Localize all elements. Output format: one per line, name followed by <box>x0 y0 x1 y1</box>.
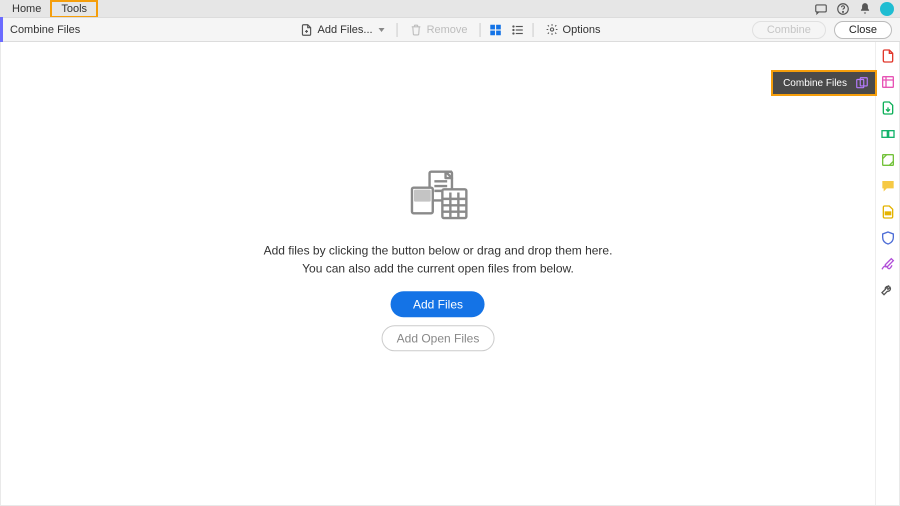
canvas[interactable]: Combine Files <box>1 42 875 505</box>
organize-pages-icon[interactable] <box>880 126 896 142</box>
toolbar-center: Add Files... Remove Options <box>296 21 605 39</box>
combine-files-flyout[interactable]: Combine Files <box>773 72 875 94</box>
options-label: Options <box>563 24 601 36</box>
fill-sign-icon[interactable] <box>880 256 896 272</box>
toolbar: Combine Files Add Files... Remove Option… <box>0 17 900 42</box>
flyout-label: Combine Files <box>783 78 847 89</box>
combine-files-icon <box>855 76 869 90</box>
create-pdf-icon[interactable] <box>880 48 896 64</box>
view-list-button[interactable] <box>511 23 525 37</box>
user-avatar[interactable] <box>880 2 894 16</box>
toolbar-right: Combine Close <box>752 18 892 41</box>
documents-illustration-icon <box>398 167 478 227</box>
right-tool-rail <box>875 42 899 505</box>
toolbar-separator <box>533 23 534 37</box>
add-files-primary-button[interactable]: Add Files <box>391 291 485 317</box>
add-open-files-button[interactable]: Add Open Files <box>382 325 495 351</box>
workspace: Combine Files <box>0 42 900 506</box>
protect-icon[interactable] <box>880 230 896 246</box>
top-menubar: Home Tools <box>0 0 900 17</box>
toolbar-left: Combine Files <box>0 17 80 42</box>
options-button[interactable]: Options <box>542 21 605 38</box>
remove-label: Remove <box>427 24 468 36</box>
add-files-button[interactable]: Add Files... <box>296 21 389 39</box>
menubar-right-controls <box>814 0 894 17</box>
tab-tools[interactable]: Tools <box>51 1 97 17</box>
tab-home[interactable]: Home <box>2 1 51 17</box>
remove-button: Remove <box>406 21 472 38</box>
chat-icon[interactable] <box>814 2 828 16</box>
redact-icon[interactable] <box>880 204 896 220</box>
edit-pdf-icon[interactable] <box>880 74 896 90</box>
toolbar-title: Combine Files <box>10 24 80 36</box>
chevron-down-icon <box>379 28 385 32</box>
toolbar-separator <box>480 23 481 37</box>
toolbar-accent <box>0 17 3 42</box>
empty-line-1: Add files by clicking the button below o… <box>264 241 613 259</box>
scan-ocr-icon[interactable] <box>880 152 896 168</box>
empty-line-2: You can also add the current open files … <box>264 259 613 277</box>
close-button[interactable]: Close <box>834 21 892 39</box>
combine-button: Combine <box>752 21 826 39</box>
help-icon[interactable] <box>836 2 850 16</box>
export-pdf-icon[interactable] <box>880 100 896 116</box>
view-grid-button[interactable] <box>489 23 503 37</box>
more-tools-icon[interactable] <box>880 282 896 298</box>
bell-icon[interactable] <box>858 2 872 16</box>
toolbar-separator <box>397 23 398 37</box>
empty-state: Add files by clicking the button below o… <box>264 167 613 351</box>
comment-icon[interactable] <box>880 178 896 194</box>
add-files-label: Add Files... <box>318 24 373 36</box>
